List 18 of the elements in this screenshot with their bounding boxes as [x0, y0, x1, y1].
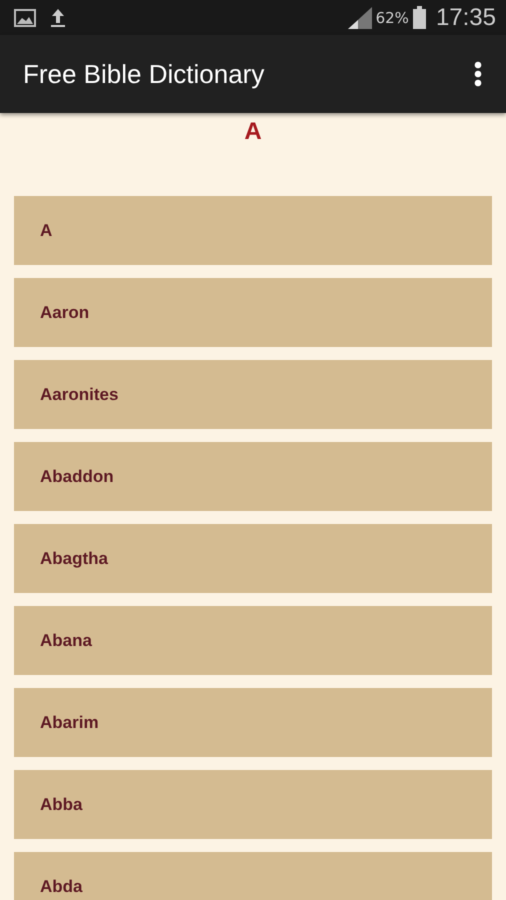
- more-icon: [474, 61, 482, 87]
- image-icon: [14, 8, 36, 26]
- dictionary-entry[interactable]: Abaddon: [14, 442, 492, 511]
- dictionary-entry[interactable]: Abana: [14, 606, 492, 675]
- app-title: Free Bible Dictionary: [23, 58, 266, 90]
- clock-time: 17:35: [436, 4, 496, 32]
- dictionary-entry[interactable]: Aaron: [14, 278, 492, 347]
- dictionary-entry[interactable]: A: [14, 196, 492, 265]
- section-heading: A: [243, 118, 263, 147]
- upload-icon: [50, 8, 66, 28]
- battery-percentage: 62%: [376, 8, 409, 26]
- signal-icon: [348, 6, 372, 28]
- dictionary-entry[interactable]: Abba: [14, 770, 492, 839]
- dictionary-entry[interactable]: Aaronites: [14, 360, 492, 429]
- battery-icon: [412, 6, 426, 29]
- dictionary-entry[interactable]: Abarim: [14, 688, 492, 757]
- dictionary-entry[interactable]: Abagtha: [14, 524, 492, 593]
- dictionary-entry[interactable]: Abda: [14, 852, 492, 900]
